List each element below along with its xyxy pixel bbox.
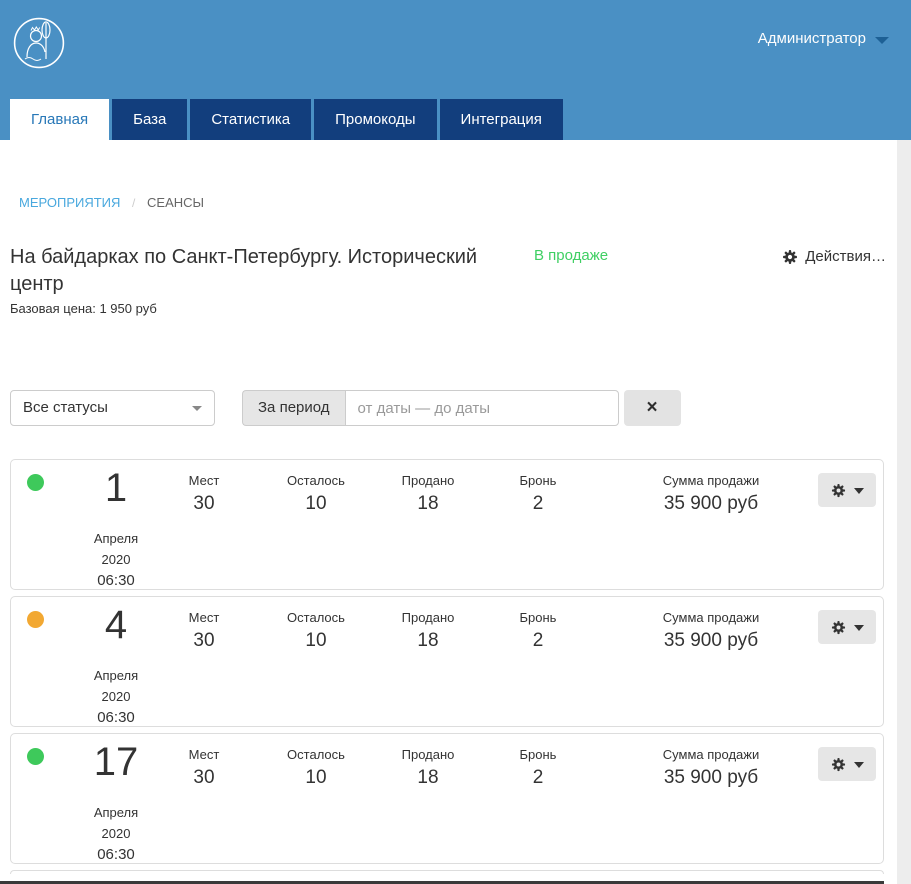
stat-sales-sum: Сумма продажи 35 900 руб	[623, 610, 799, 652]
session-time: 06:30	[63, 844, 169, 865]
session-list: 1 Апреля 2020 06:30 Мест 30 Осталось 10 …	[10, 459, 884, 864]
page-content: МЕРОПРИЯТИЯ / СЕАНСЫ На байдарках по Сан…	[0, 140, 897, 884]
period-filter-group: За период	[242, 390, 619, 426]
tab-statistika[interactable]: Статистика	[190, 99, 311, 140]
session-year: 2020	[63, 686, 169, 707]
session-time: 06:30	[63, 707, 169, 728]
gear-icon	[782, 249, 798, 265]
session-month: Апреля	[63, 528, 169, 549]
session-time: 06:30	[63, 570, 169, 591]
session-status-dot	[27, 474, 44, 491]
status-filter-value: Все статусы	[23, 399, 108, 416]
chevron-down-icon	[875, 37, 889, 44]
page-title: На байдарках по Санкт-Петербургу. Истори…	[10, 244, 492, 298]
gear-icon	[831, 483, 846, 498]
period-date-input[interactable]	[345, 390, 619, 426]
status-filter-select[interactable]: Все статусы	[10, 390, 215, 426]
base-price: Базовая цена: 1 950 руб	[10, 301, 897, 316]
stat-sold: Продано 18	[368, 610, 488, 652]
stat-sold: Продано 18	[368, 473, 488, 515]
breadcrumb-separator: /	[132, 196, 135, 210]
actions-button[interactable]: Действия…	[782, 244, 886, 265]
app-header: Администратор Главная База Статистика Пр…	[0, 0, 911, 140]
gear-icon	[831, 757, 846, 772]
gear-icon	[831, 620, 846, 635]
stat-remaining: Осталось 10	[256, 610, 376, 652]
user-menu-label: Администратор	[758, 30, 866, 47]
actions-label: Действия…	[805, 248, 886, 265]
tab-glavnaya[interactable]: Главная	[10, 99, 109, 140]
kayaker-logo-icon[interactable]	[13, 17, 65, 74]
status-badge: В продаже	[534, 244, 608, 264]
stat-remaining: Осталось 10	[256, 473, 376, 515]
stat-booked: Бронь 2	[478, 610, 598, 652]
session-actions-button[interactable]	[818, 473, 876, 507]
main-nav: Главная База Статистика Промокоды Интегр…	[10, 99, 566, 140]
session-actions-button[interactable]	[818, 610, 876, 644]
session-month: Апреля	[63, 665, 169, 686]
session-card: 1 Апреля 2020 06:30 Мест 30 Осталось 10 …	[10, 459, 884, 590]
session-status-dot	[27, 611, 44, 628]
next-session-card-partial	[10, 870, 884, 874]
session-actions-button[interactable]	[818, 747, 876, 781]
tab-promokody[interactable]: Промокоды	[314, 99, 436, 140]
breadcrumb: МЕРОПРИЯТИЯ / СЕАНСЫ	[0, 140, 897, 210]
clear-filter-button[interactable]: ×	[624, 390, 681, 426]
stat-sold: Продано 18	[368, 747, 488, 789]
user-menu[interactable]: Администратор	[758, 30, 889, 47]
tab-baza[interactable]: База	[112, 99, 187, 140]
session-year: 2020	[63, 549, 169, 570]
stat-sales-sum: Сумма продажи 35 900 руб	[623, 473, 799, 515]
breadcrumb-current: СЕАНСЫ	[147, 195, 204, 210]
stat-seats: Мест 30	[154, 473, 254, 515]
select-caret-icon	[192, 406, 202, 411]
stat-booked: Бронь 2	[478, 747, 598, 789]
chevron-down-icon	[854, 488, 864, 494]
tab-integratsiya[interactable]: Интеграция	[440, 99, 563, 140]
session-month: Апреля	[63, 802, 169, 823]
breadcrumb-link-events[interactable]: МЕРОПРИЯТИЯ	[19, 195, 120, 210]
session-card: 4 Апреля 2020 06:30 Мест 30 Осталось 10 …	[10, 596, 884, 727]
stat-sales-sum: Сумма продажи 35 900 руб	[623, 747, 799, 789]
chevron-down-icon	[854, 625, 864, 631]
stat-seats: Мест 30	[154, 747, 254, 789]
period-label: За период	[242, 390, 345, 426]
chevron-down-icon	[854, 762, 864, 768]
session-card: 17 Апреля 2020 06:30 Мест 30 Осталось 10…	[10, 733, 884, 864]
stat-remaining: Осталось 10	[256, 747, 376, 789]
session-status-dot	[27, 748, 44, 765]
stat-booked: Бронь 2	[478, 473, 598, 515]
stat-seats: Мест 30	[154, 610, 254, 652]
session-year: 2020	[63, 823, 169, 844]
